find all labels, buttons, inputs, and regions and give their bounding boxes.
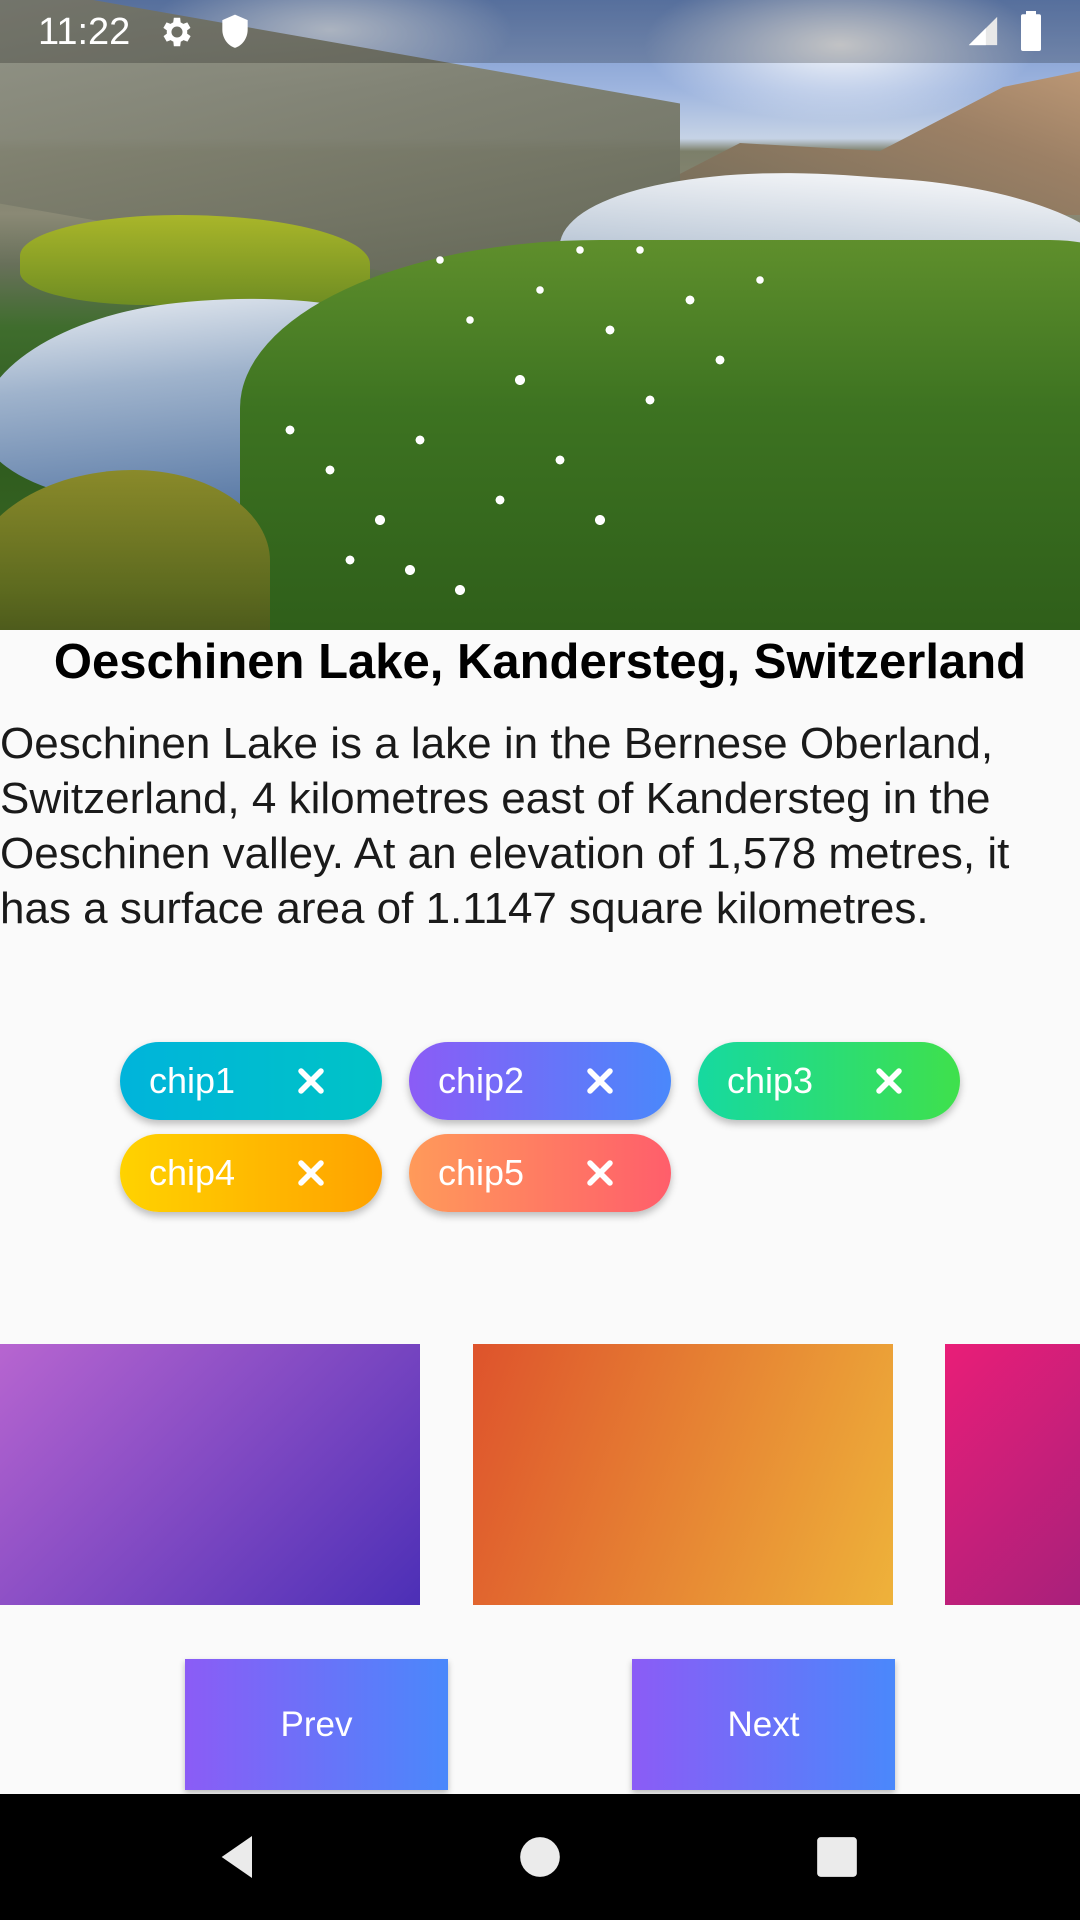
carousel-card-2[interactable] <box>473 1344 893 1605</box>
chip-label: chip3 <box>727 1060 814 1101</box>
carousel-card-1[interactable] <box>0 1344 420 1605</box>
close-icon[interactable] <box>294 1064 328 1098</box>
chip-label: chip2 <box>438 1060 525 1101</box>
carousel-card-3[interactable] <box>945 1344 1080 1605</box>
chip-2[interactable]: chip2 <box>409 1042 671 1120</box>
chip-4[interactable]: chip4 <box>120 1134 382 1212</box>
signal-icon <box>966 14 1000 53</box>
place-title: Oeschinen Lake, Kandersteg, Switzerland <box>53 635 1027 689</box>
chip-3[interactable]: chip3 <box>698 1042 960 1120</box>
chip-label: chip1 <box>149 1060 236 1101</box>
battery-icon <box>1019 11 1043 56</box>
chip-label: chip4 <box>149 1152 236 1193</box>
place-description: Oeschinen Lake is a lake in the Bernese … <box>0 719 1010 933</box>
close-icon[interactable] <box>583 1064 617 1098</box>
shield-icon <box>218 13 252 56</box>
navigation-bar <box>0 1794 1080 1920</box>
prev-button[interactable]: Prev <box>185 1659 448 1790</box>
close-icon[interactable] <box>872 1064 906 1098</box>
back-icon[interactable] <box>210 1829 266 1885</box>
hero-image <box>0 0 1080 630</box>
close-icon[interactable] <box>583 1156 617 1190</box>
cotton-grass-flowers <box>0 0 1080 630</box>
status-time: 11:22 <box>38 11 131 53</box>
close-icon[interactable] <box>294 1156 328 1190</box>
home-icon[interactable] <box>512 1829 568 1885</box>
recents-icon[interactable] <box>809 1829 865 1885</box>
chip-label: chip5 <box>438 1152 525 1193</box>
settings-icon <box>158 13 196 56</box>
status-bar: 11:22 <box>0 0 1080 63</box>
next-button[interactable]: Next <box>632 1659 895 1790</box>
chip-5[interactable]: chip5 <box>409 1134 671 1212</box>
chip-1[interactable]: chip1 <box>120 1042 382 1120</box>
